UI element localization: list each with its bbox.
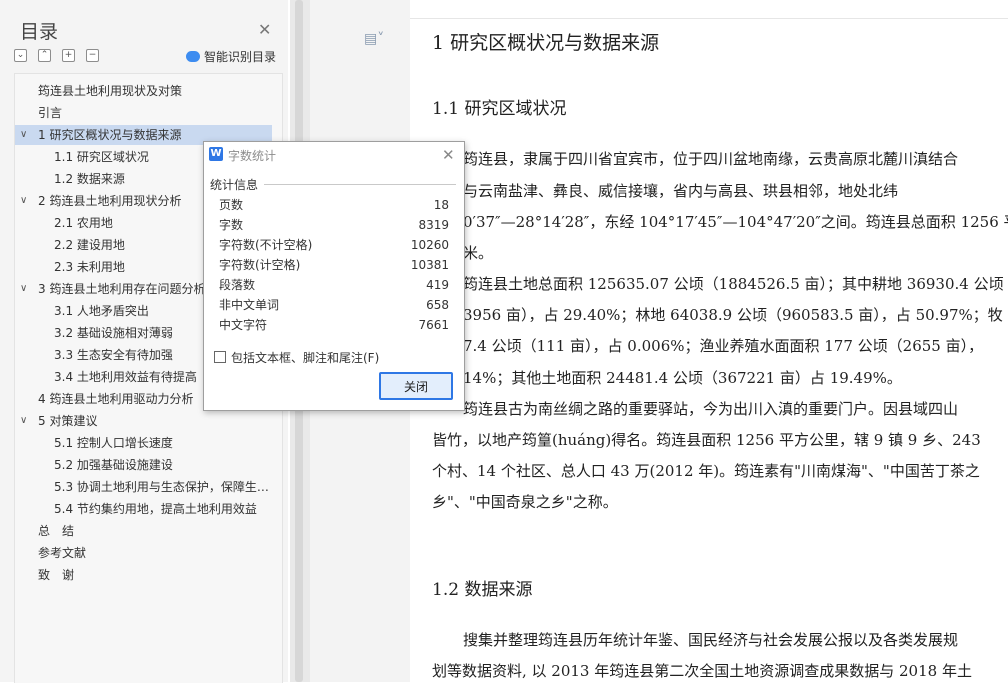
stat-label: 页数 bbox=[219, 198, 244, 212]
stat-value: 10381 bbox=[410, 258, 449, 272]
stat-label: 中文字符 bbox=[219, 318, 268, 332]
toc-item-label: 筠连县土地利用现状及对策 bbox=[38, 84, 183, 98]
stat-label: 段落数 bbox=[219, 278, 256, 292]
stat-row: 字符数(不计空格) 10260 bbox=[219, 235, 449, 255]
document-page[interactable]: 1 研究区概状况与数据来源 1.1 研究区域状况 筠连县，隶属于四川省宜宾市，位… bbox=[410, 0, 1008, 682]
smart-toc-label: 智能识别目录 bbox=[204, 50, 277, 64]
heading-1: 1 研究区概状况与数据来源 bbox=[432, 32, 660, 54]
toc-item-label: 致 谢 bbox=[38, 568, 75, 582]
heading-1-1: 1.1 研究区域状况 bbox=[432, 99, 567, 119]
stat-row: 页数 18 bbox=[219, 195, 449, 215]
chevron-down-icon[interactable]: ∨ bbox=[20, 411, 32, 431]
toc-item[interactable]: 5.3 协调土地利用与生态保护，保障生… bbox=[15, 477, 272, 497]
document-icon[interactable]: ▤˅ bbox=[364, 31, 384, 47]
paragraph-line: 搜集并整理筠连县历年统计年鉴、国民经济与社会发展公报以及各类发展规 bbox=[463, 631, 959, 649]
paragraph-line: 筠连县古为南丝绸之路的重要驿站，今为出川入滇的重要门户。因县域四山 bbox=[463, 400, 959, 418]
toc-item-label: 3 筠连县土地利用存在问题分析 bbox=[38, 282, 206, 296]
stat-row: 字数 8319 bbox=[219, 215, 449, 235]
paragraph-line: 7.4 公顷（111 亩），占 0.006%；渔业养殖水面面积 177 公顷（2… bbox=[463, 337, 984, 355]
paragraph-line: 米。 bbox=[463, 244, 494, 262]
expand-up-icon[interactable]: ⌃ bbox=[38, 49, 51, 62]
chevron-down-icon[interactable]: ∨ bbox=[20, 279, 32, 299]
toc-item-label: 3.3 生态安全有待加强 bbox=[54, 348, 173, 362]
toc-item-label: 1.2 数据来源 bbox=[54, 172, 125, 186]
toc-item-label: 参考文献 bbox=[38, 546, 87, 560]
paragraph-line: 14%；其他土地面积 24481.4 公顷（367221 亩）占 19.49%。 bbox=[463, 369, 902, 387]
toc-item-label: 2.2 建设用地 bbox=[54, 238, 125, 252]
stat-value: 18 bbox=[433, 198, 449, 212]
collapse-all-icon[interactable]: ⌄ bbox=[14, 49, 27, 62]
toc-item[interactable]: 致 谢 bbox=[15, 565, 272, 585]
stat-value: 8319 bbox=[418, 218, 449, 232]
paragraph-line: 划等数据资料, 以 2013 年筠连县第二次全国土地资源调查成果数据与 2018… bbox=[432, 662, 972, 680]
stat-value: 10260 bbox=[410, 238, 449, 252]
toc-item-label: 2 筠连县土地利用现状分析 bbox=[38, 194, 182, 208]
dialog-close-icon[interactable]: ✕ bbox=[442, 146, 455, 164]
toc-item-label: 2.3 未利用地 bbox=[54, 260, 125, 274]
toc-item[interactable]: ∨ 5 对策建议 bbox=[15, 411, 272, 431]
paragraph-line: 皆竹，以地产筠篁(huáng)得名。筠连县面积 1256 平方公里，辖 9 镇 … bbox=[432, 431, 981, 449]
remove-level-icon[interactable]: − bbox=[86, 49, 99, 62]
word-count-dialog: W 字数统计 ✕ 统计信息 页数 18 字数 8319 字符数(不计空格) 10260 字符… bbox=[203, 141, 465, 411]
section-divider bbox=[264, 184, 456, 185]
toc-item[interactable]: 筠连县土地利用现状及对策 bbox=[15, 81, 272, 101]
paragraph-line: 乡"、"中国奇泉之乡"之称。 bbox=[432, 493, 618, 511]
stat-value: 7661 bbox=[418, 318, 449, 332]
toc-item-label: 5.2 加强基础设施建设 bbox=[54, 458, 173, 472]
ai-cloud-icon bbox=[186, 51, 200, 62]
toc-item-label: 3.4 土地利用效益有待提高 bbox=[54, 370, 197, 384]
smart-toc-button[interactable]: 智能识别目录 bbox=[186, 48, 276, 65]
add-level-icon[interactable]: + bbox=[62, 49, 75, 62]
checkbox-box[interactable] bbox=[214, 351, 226, 363]
stat-value: 419 bbox=[426, 278, 449, 292]
stat-row: 字符数(计空格) 10381 bbox=[219, 255, 449, 275]
wps-writer-icon: W bbox=[209, 147, 223, 161]
stat-value: 658 bbox=[426, 298, 449, 312]
stats-section-label: 统计信息 bbox=[210, 178, 259, 192]
stat-row: 段落数 419 bbox=[219, 275, 449, 295]
page-top-margin-line bbox=[410, 18, 1008, 19]
toc-item-label: 总 结 bbox=[38, 524, 75, 538]
stat-row: 中文字符 7661 bbox=[219, 315, 449, 335]
toc-item[interactable]: 引言 bbox=[15, 103, 272, 123]
toc-item-label: 5.1 控制人口增长速度 bbox=[54, 436, 173, 450]
stat-label: 字符数(不计空格) bbox=[219, 238, 313, 252]
toc-item[interactable]: 5.4 节约集约用地，提高土地利用效益 bbox=[15, 499, 272, 519]
include-textbox-checkbox[interactable]: 包括文本框、脚注和尾注(F) bbox=[214, 349, 379, 366]
paragraph-line: 3956 亩），占 29.40%；林地 64038.9 公顷（960583.5 … bbox=[463, 306, 1003, 324]
stat-label: 非中文单词 bbox=[219, 298, 280, 312]
toc-item-label: 1.1 研究区域状况 bbox=[54, 150, 149, 164]
toc-item-label: 3.1 人地矛盾突出 bbox=[54, 304, 149, 318]
dialog-titlebar[interactable]: W 字数统计 ✕ bbox=[204, 142, 464, 168]
paragraph-line: 筠连县土地总面积 125635.07 公顷（1884526.5 亩）；其中耕地 … bbox=[463, 275, 1004, 293]
toc-title: 目录 bbox=[20, 21, 59, 43]
heading-1-2: 1.2 数据来源 bbox=[432, 580, 533, 600]
toc-item-label: 5.4 节约集约用地，提高土地利用效益 bbox=[54, 502, 257, 516]
stat-label: 字数 bbox=[219, 218, 244, 232]
dialog-title: 字数统计 bbox=[228, 149, 277, 163]
toc-item[interactable]: 5.2 加强基础设施建设 bbox=[15, 455, 272, 475]
toc-item-label: 5 对策建议 bbox=[38, 414, 98, 428]
toc-item[interactable]: 总 结 bbox=[15, 521, 272, 541]
close-icon[interactable]: ✕ bbox=[258, 20, 271, 39]
close-button[interactable]: 关闭 bbox=[379, 372, 453, 400]
chevron-down-icon[interactable]: ∨ bbox=[20, 125, 32, 145]
stat-row: 非中文单词 658 bbox=[219, 295, 449, 315]
toc-item-label: 4 筠连县土地利用驱动力分析 bbox=[38, 392, 194, 406]
toc-item-label: 5.3 协调土地利用与生态保护，保障生… bbox=[54, 480, 269, 494]
stat-label: 字符数(计空格) bbox=[219, 258, 301, 272]
toc-item[interactable]: 5.1 控制人口增长速度 bbox=[15, 433, 272, 453]
checkbox-label: 包括文本框、脚注和尾注(F) bbox=[231, 351, 380, 365]
toc-item-label: 2.1 农用地 bbox=[54, 216, 113, 230]
paragraph-line: 筠连县，隶属于四川省宜宾市，位于四川盆地南缘，云贵高原北麓川滇结合 bbox=[463, 150, 959, 168]
toc-item-label: 引言 bbox=[38, 106, 63, 120]
paragraph-line: 0′37″—28°14′28″，东经 104°17′45″—104°47′20″… bbox=[463, 213, 1008, 231]
paragraph-line: 个村、14 个社区、总人口 43 万(2012 年)。筠连素有"川南煤海"、"中… bbox=[432, 462, 980, 480]
toc-item[interactable]: 参考文献 bbox=[15, 543, 272, 563]
toc-item-label: 3.2 基础设施相对薄弱 bbox=[54, 326, 173, 340]
chevron-down-icon[interactable]: ∨ bbox=[20, 191, 32, 211]
toc-item-label: 1 研究区概状况与数据来源 bbox=[38, 128, 182, 142]
paragraph-line: 与云南盐津、彝良、威信接壤，省内与高县、珙县相邻，地处北纬 bbox=[463, 182, 899, 200]
